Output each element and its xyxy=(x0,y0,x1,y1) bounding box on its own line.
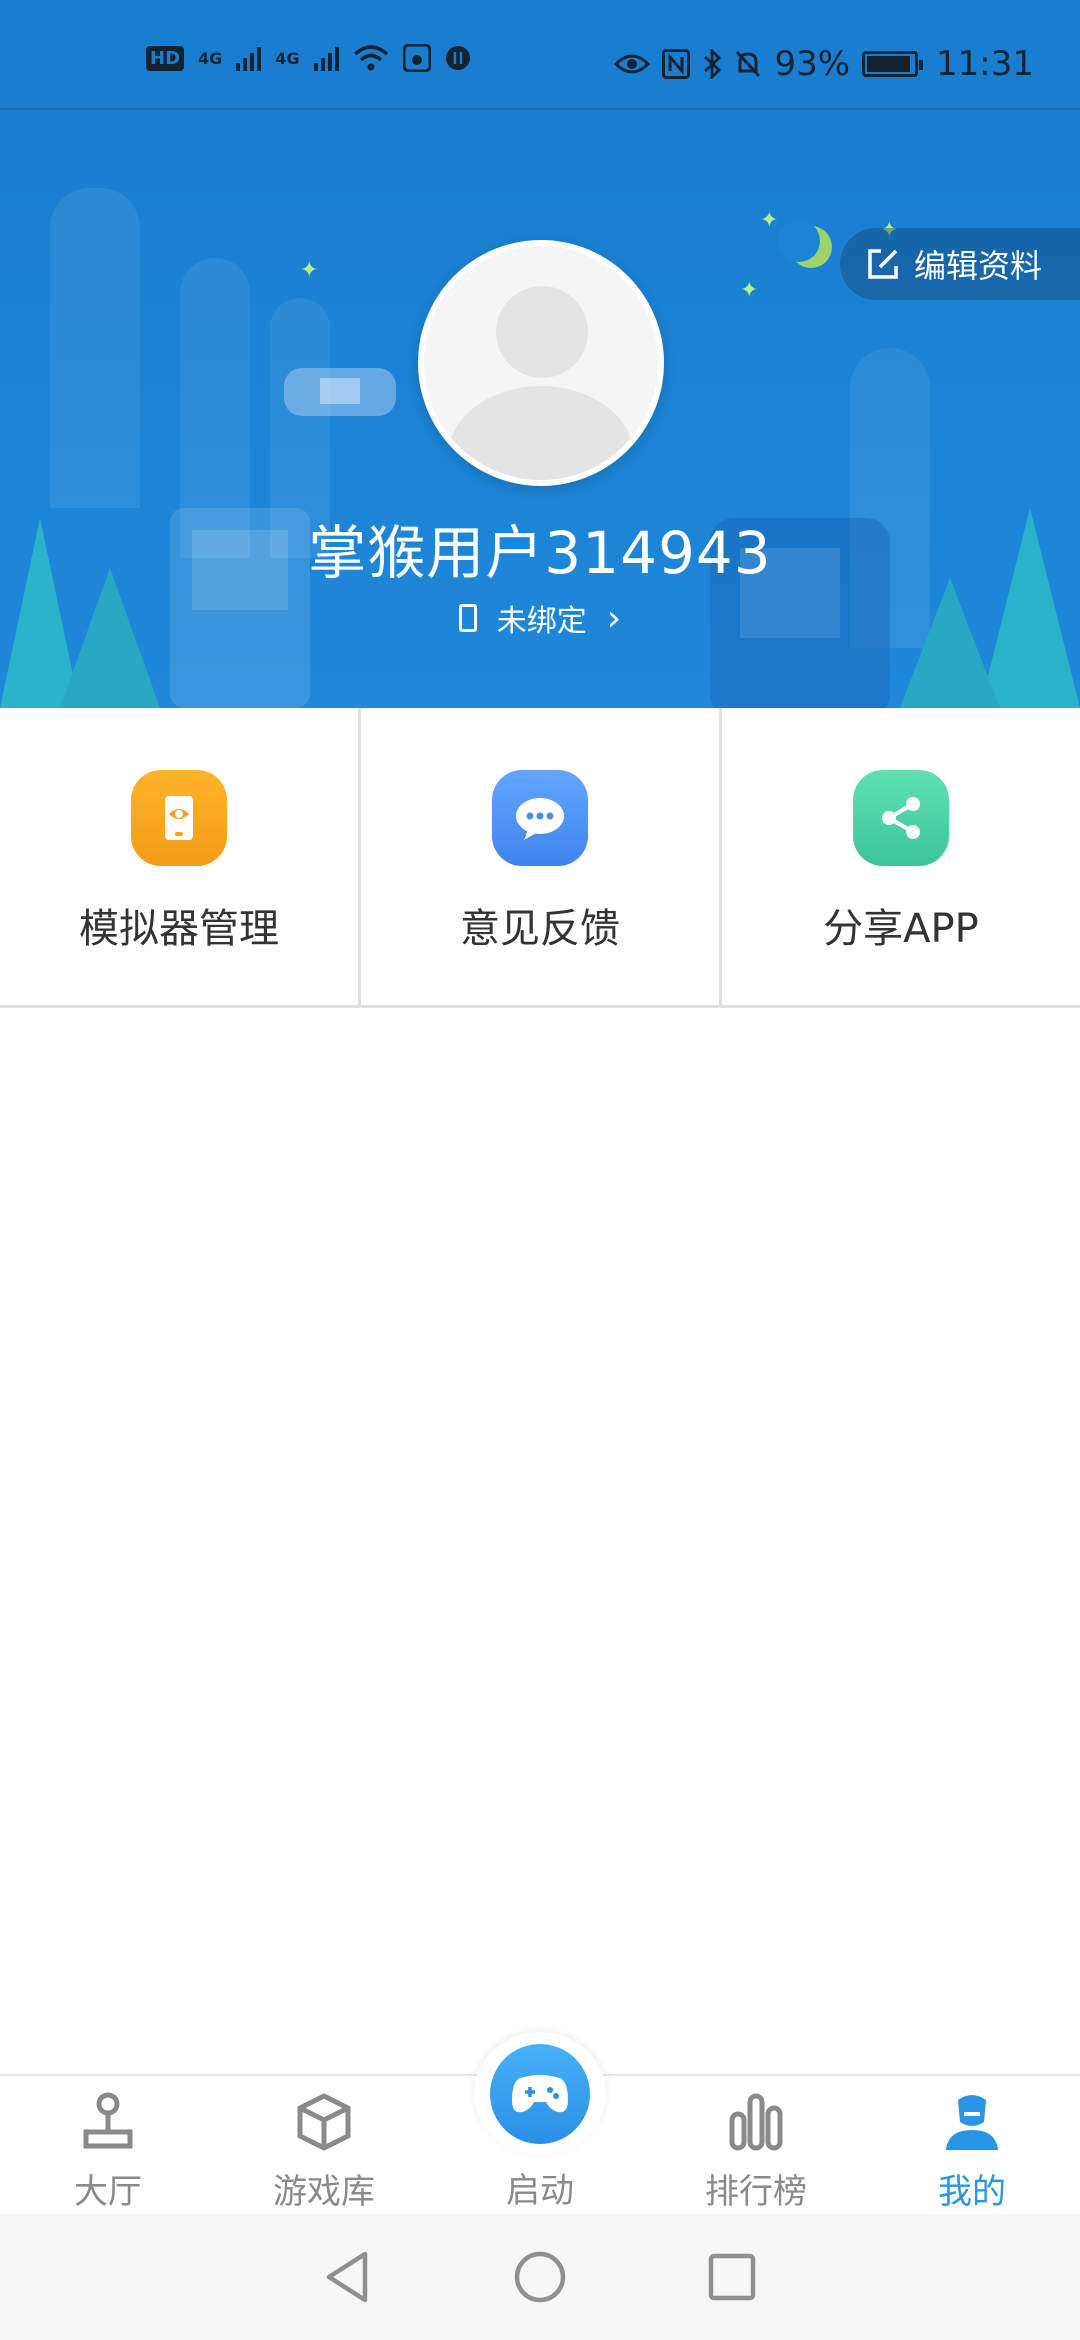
emulator-manage-icon xyxy=(131,770,227,866)
bar-chart-icon xyxy=(724,2090,788,2154)
quick-actions: 模拟器管理 意见反馈 分享APP xyxy=(0,708,1080,1008)
castle-tower-decoration xyxy=(50,188,140,508)
status-bar: HD 4G 4G 93% 11:31 xyxy=(0,0,1080,108)
username: 掌猴用户314943 xyxy=(308,519,772,587)
bind-status-label: 未绑定 xyxy=(496,604,587,639)
status-right: 93% 11:31 xyxy=(614,44,1034,84)
tab-ranking-label: 排行榜 xyxy=(705,2172,807,2212)
feedback-label: 意见反馈 xyxy=(460,906,620,952)
wifi-icon xyxy=(353,45,388,71)
tab-mine-label: 我的 xyxy=(938,2172,1006,2212)
chevron-right-icon: › xyxy=(606,597,622,639)
share-app-label: 分享APP xyxy=(823,906,979,952)
header-divider xyxy=(0,108,1080,110)
mute-icon xyxy=(736,50,761,78)
signal-icon xyxy=(236,45,262,71)
clock: 11:31 xyxy=(936,44,1034,84)
handheld-console-decoration xyxy=(284,368,396,416)
feedback-button[interactable]: 意见反馈 xyxy=(361,708,722,1005)
tab-game-library[interactable]: 游戏库 xyxy=(234,2076,414,2216)
eye-comfort-icon xyxy=(614,54,651,74)
recents-icon[interactable] xyxy=(707,2252,757,2302)
battery-icon xyxy=(862,51,924,77)
edit-icon xyxy=(868,249,898,279)
user-icon xyxy=(940,2090,1004,2154)
bind-phone-link[interactable]: 未绑定 › xyxy=(0,596,1080,640)
hd-badge: HD xyxy=(146,45,185,71)
bluetooth-icon xyxy=(704,49,722,79)
emulator-manage-button[interactable]: 模拟器管理 xyxy=(0,708,361,1005)
profile-header: ✦ ✦ ✦ ✦ 编辑资料 掌猴用户314943 未绑定 › xyxy=(0,108,1080,708)
data-transfer-icon xyxy=(445,46,470,70)
avatar-body xyxy=(448,386,634,480)
launch-button[interactable]: 启动 xyxy=(434,2032,646,2212)
home-icon[interactable] xyxy=(513,2250,567,2304)
avatar[interactable] xyxy=(418,240,664,486)
joystick-icon xyxy=(76,2090,140,2154)
box-icon xyxy=(292,2090,356,2154)
baidu-icon xyxy=(402,44,431,72)
launch-circle xyxy=(474,2032,606,2155)
edit-profile-label: 编辑资料 xyxy=(914,247,1043,285)
share-app-button[interactable]: 分享APP xyxy=(722,708,1080,1005)
nfc-icon xyxy=(662,49,691,79)
gamepad-icon xyxy=(490,2043,590,2144)
emulator-manage-label: 模拟器管理 xyxy=(79,906,279,952)
star-decoration: ✦ xyxy=(740,278,759,303)
star-decoration: ✦ xyxy=(300,258,319,283)
signal-icon-2 xyxy=(313,45,339,71)
star-decoration: ✦ xyxy=(760,208,779,233)
launch-label: 启动 xyxy=(506,2171,574,2211)
feedback-icon xyxy=(492,770,588,866)
moon-decoration xyxy=(778,220,832,268)
status-left: HD 4G 4G xyxy=(146,44,471,72)
system-nav-bar xyxy=(0,2214,1080,2340)
avatar-head xyxy=(496,286,588,378)
tab-hall[interactable]: 大厅 xyxy=(18,2076,198,2216)
tab-hall-label: 大厅 xyxy=(74,2172,142,2212)
battery-percent: 93% xyxy=(774,44,851,84)
edit-profile-button[interactable]: 编辑资料 xyxy=(840,228,1080,300)
back-icon[interactable] xyxy=(323,2250,373,2304)
network-type-1: 4G xyxy=(198,48,223,68)
share-icon xyxy=(853,770,949,866)
tab-mine[interactable]: 我的 xyxy=(882,2076,1062,2216)
phone-icon xyxy=(458,604,477,632)
tab-ranking[interactable]: 排行榜 xyxy=(666,2076,846,2216)
profile-page: HD 4G 4G 93% 11:31 ✦ ✦ ✦ ✦ 编辑资料 掌猴用户3149… xyxy=(0,0,1080,2340)
network-type-2: 4G xyxy=(275,48,300,68)
tab-game-library-label: 游戏库 xyxy=(273,2172,375,2212)
